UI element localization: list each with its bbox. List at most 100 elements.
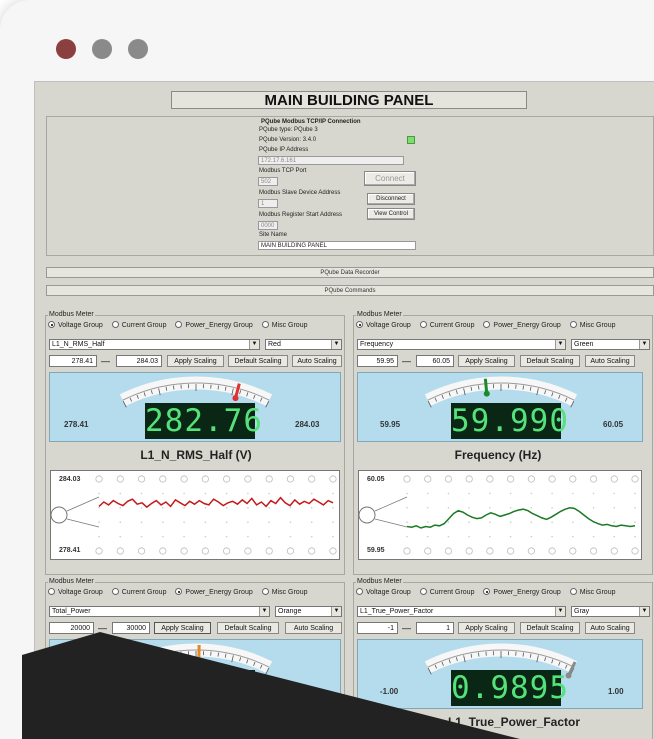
zoom-line-bottom (374, 518, 408, 528)
meter-panel-1: Modbus Meter Voltage Group Current Group… (45, 311, 345, 575)
grid-marker (180, 475, 188, 483)
grid-dot (332, 535, 334, 538)
apply-scaling-button[interactable]: Apply Scaling (154, 622, 211, 634)
radio-current-group[interactable]: Current Group (419, 321, 474, 329)
channel-select[interactable]: Frequency ▼ (357, 339, 566, 350)
default-scaling-button[interactable]: Default Scaling (520, 622, 580, 634)
window-minimize-dot[interactable] (92, 39, 112, 59)
grid-dot (98, 507, 100, 509)
radio-power-energy-group[interactable]: Power_Energy Group (483, 321, 561, 329)
grid-marker (424, 547, 432, 555)
grid-marker (137, 547, 146, 555)
tcp-port-field[interactable]: 502 (258, 177, 278, 186)
meter-panel-4: Modbus Meter Voltage Group Current Group… (353, 578, 653, 739)
grid-dot (183, 507, 185, 509)
grid-dot (183, 535, 185, 538)
scale-min-input[interactable]: 20000 (49, 622, 94, 634)
radio-current-group[interactable]: Current Group (111, 321, 166, 329)
slave-address-label: Modbus Slave Device Address (259, 190, 341, 196)
scale-max-input[interactable]: 60.05 (416, 355, 454, 367)
radio-misc-group[interactable]: Misc Group (569, 321, 616, 329)
grid-dot (613, 535, 616, 538)
grid-dot (447, 492, 450, 495)
grid-marker (329, 547, 337, 555)
view-control-button[interactable]: View Control (367, 208, 415, 220)
radio-voltage-group[interactable]: Voltage Group (356, 588, 411, 596)
apply-scaling-button[interactable]: Apply Scaling (458, 622, 515, 634)
meter-label: Modbus Meter (48, 578, 95, 585)
scale-min-input[interactable]: 278.41 (49, 355, 97, 367)
scale-min-input[interactable]: -1 (357, 622, 398, 634)
grid-marker (201, 547, 209, 555)
disconnect-button[interactable]: Disconnect (367, 193, 415, 205)
radio-power-energy-group[interactable]: Power_Energy Group (175, 588, 253, 596)
channel-select[interactable]: Total_Power ▼ (49, 606, 270, 617)
gauge-tick (217, 385, 219, 390)
radio-misc-group[interactable]: Misc Group (569, 588, 616, 596)
radio-current-group[interactable]: Current Group (111, 588, 166, 596)
data-recorder-button[interactable]: PQube Data Recorder (46, 267, 654, 278)
default-scaling-button[interactable]: Default Scaling (217, 622, 279, 634)
color-select[interactable]: Red ▼ (265, 339, 342, 350)
gauge-min-label: 278.41 (64, 420, 89, 429)
grid-marker (116, 475, 124, 483)
color-select[interactable]: Green ▼ (571, 339, 650, 350)
auto-scaling-button[interactable]: Auto Scaling (292, 355, 342, 367)
grid-dot (634, 492, 636, 495)
channel-select[interactable]: L1_N_RMS_Half ▼ (49, 339, 260, 350)
grid-dot (447, 507, 450, 509)
grid-dot (634, 507, 636, 509)
radio-voltage-group[interactable]: Voltage Group (48, 321, 103, 329)
register-address-field[interactable]: 0000 (258, 221, 278, 230)
default-scaling-button[interactable]: Default Scaling (228, 355, 288, 367)
site-name-label: Site Name (259, 232, 288, 238)
radio-voltage-group[interactable]: Voltage Group (356, 321, 411, 329)
grid-dot (289, 507, 292, 509)
grid-dot (98, 521, 100, 523)
auto-scaling-button[interactable]: Auto Scaling (585, 622, 635, 634)
apply-scaling-button[interactable]: Apply Scaling (458, 355, 515, 367)
grid-dot (551, 535, 553, 538)
grid-dot (530, 535, 533, 538)
chevron-down-icon: ▼ (555, 607, 565, 616)
radio-power-energy-group[interactable]: Power_Energy Group (175, 321, 253, 329)
grid-marker (244, 547, 252, 555)
connect-button[interactable]: Connect (364, 171, 416, 186)
auto-scaling-button[interactable]: Auto Scaling (585, 355, 635, 367)
slave-address-field[interactable]: 1 (258, 199, 278, 208)
pqube-commands-button[interactable]: PQube Commands (46, 285, 654, 296)
scale-max-input[interactable]: 1 (416, 622, 454, 634)
radio-voltage-group[interactable]: Voltage Group (48, 588, 103, 596)
radio-power-energy-group[interactable]: Power_Energy Group (483, 588, 561, 596)
grid-marker (589, 547, 598, 555)
radio-misc-group[interactable]: Misc Group (261, 588, 308, 596)
grid-marker (308, 475, 316, 483)
color-select[interactable]: Orange ▼ (275, 606, 342, 617)
channel-select[interactable]: L1_True_Power_Factor ▼ (357, 606, 566, 617)
grid-dot (204, 492, 207, 495)
radio-current-group[interactable]: Current Group (419, 588, 474, 596)
ip-address-select[interactable]: 172.17.6.161 (258, 156, 404, 165)
scale-max-input[interactable]: 30000 (112, 622, 150, 634)
grid-dot (530, 492, 533, 495)
default-scaling-button[interactable]: Default Scaling (520, 355, 580, 367)
gauge-needle-hub (232, 395, 239, 402)
grid-dot (162, 492, 164, 495)
grid-dot (183, 521, 185, 523)
grid-dot (509, 521, 512, 523)
radio-misc-group[interactable]: Misc Group (261, 321, 308, 329)
zoom-line-bottom (66, 518, 100, 528)
site-name-field[interactable]: MAIN BUILDING PANEL (258, 241, 416, 250)
grid-marker (265, 547, 273, 555)
color-select[interactable]: Gray ▼ (571, 606, 650, 617)
scale-max-input[interactable]: 284.03 (116, 355, 162, 367)
window-close-dot[interactable] (56, 39, 76, 59)
grid-dot (406, 521, 408, 523)
window-maximize-dot[interactable] (128, 39, 148, 59)
grid-dot (509, 535, 512, 538)
grid-dot (119, 535, 122, 538)
auto-scaling-button[interactable]: Auto Scaling (285, 622, 342, 634)
scale-min-input[interactable]: 59.95 (357, 355, 398, 367)
gauge-needle-hub (195, 657, 202, 664)
apply-scaling-button[interactable]: Apply Scaling (167, 355, 224, 367)
